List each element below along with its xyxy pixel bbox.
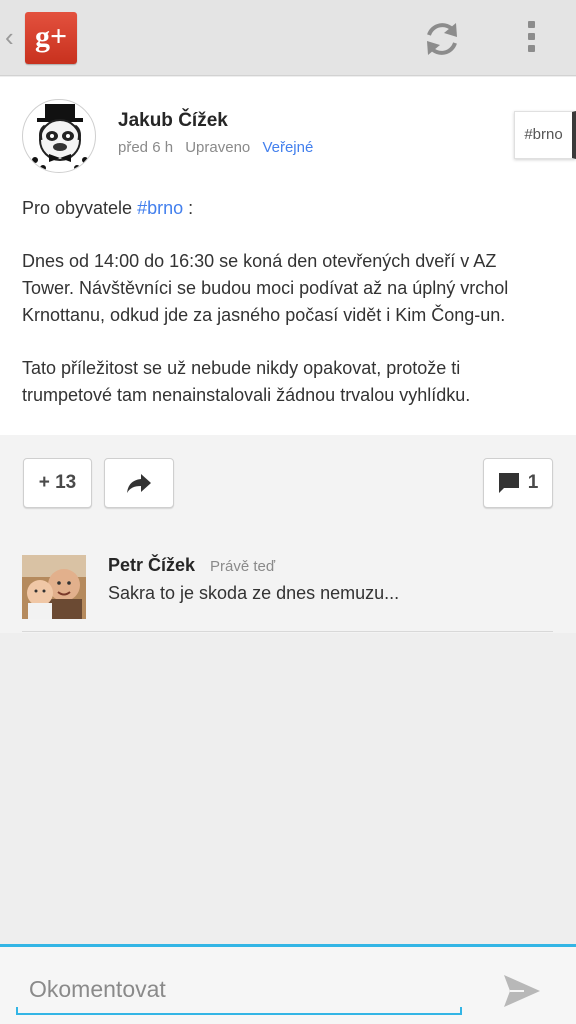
chevron-left-icon[interactable]: ‹ — [5, 24, 14, 50]
google-plus-logo[interactable]: g+ — [25, 12, 77, 64]
post-intro-text: Pro obyvatele — [22, 198, 133, 218]
share-button[interactable] — [104, 458, 174, 508]
input-underline — [16, 1007, 462, 1015]
commenter-avatar[interactable] — [22, 555, 86, 619]
post-edited-label: Upraveno — [185, 139, 251, 156]
send-icon[interactable] — [500, 971, 544, 1011]
plus-one-button[interactable]: + 13 — [23, 458, 92, 508]
comment-text: Sakra to je skoda ze dnes nemuzu... — [108, 583, 400, 603]
post-paragraph: Tato příležitost se už nebude nikdy opak… — [22, 358, 471, 405]
post-time: před 6 h — [118, 139, 174, 156]
comment-count: 1 — [527, 472, 539, 493]
comments-list: Petr Čížek Právě teď Sakra to je skoda z… — [0, 533, 576, 633]
overflow-menu-icon[interactable] — [514, 18, 548, 60]
refresh-icon[interactable] — [420, 18, 464, 60]
hashtag-chip[interactable]: #brno — [514, 111, 576, 159]
comment-button[interactable]: 1 — [483, 458, 553, 508]
plus-one-count: + 13 — [38, 472, 77, 493]
post-intro: Pro obyvatele #brno : — [22, 195, 552, 222]
post-hashtag-link[interactable]: #brno — [137, 198, 183, 218]
comment-input[interactable] — [16, 967, 462, 1011]
comment-author[interactable]: Petr Čížek — [108, 555, 195, 576]
comment-icon — [498, 473, 519, 493]
comment-time: Právě teď — [210, 558, 276, 575]
post-author-name[interactable]: Jakub Čížek — [118, 110, 228, 132]
comment-composer — [0, 944, 576, 1024]
post-meta: před 6 h Upraveno Veřejné — [118, 139, 321, 156]
post-body: Pro obyvatele #brno : Dnes od 14:00 do 1… — [22, 195, 552, 435]
post-actions: + 13 1 — [0, 435, 576, 533]
action-bar: ‹ g+ — [0, 0, 576, 76]
post-card: Jakub Čížek před 6 h Upraveno Veřejné #b… — [0, 77, 576, 435]
share-icon — [127, 474, 151, 493]
post-intro-suffix: : — [188, 198, 194, 218]
post-visibility-link[interactable]: Veřejné — [262, 139, 313, 156]
divider — [22, 631, 553, 632]
author-avatar[interactable] — [22, 99, 96, 173]
post-paragraph: Dnes od 14:00 do 16:30 se koná den otevř… — [22, 251, 509, 325]
